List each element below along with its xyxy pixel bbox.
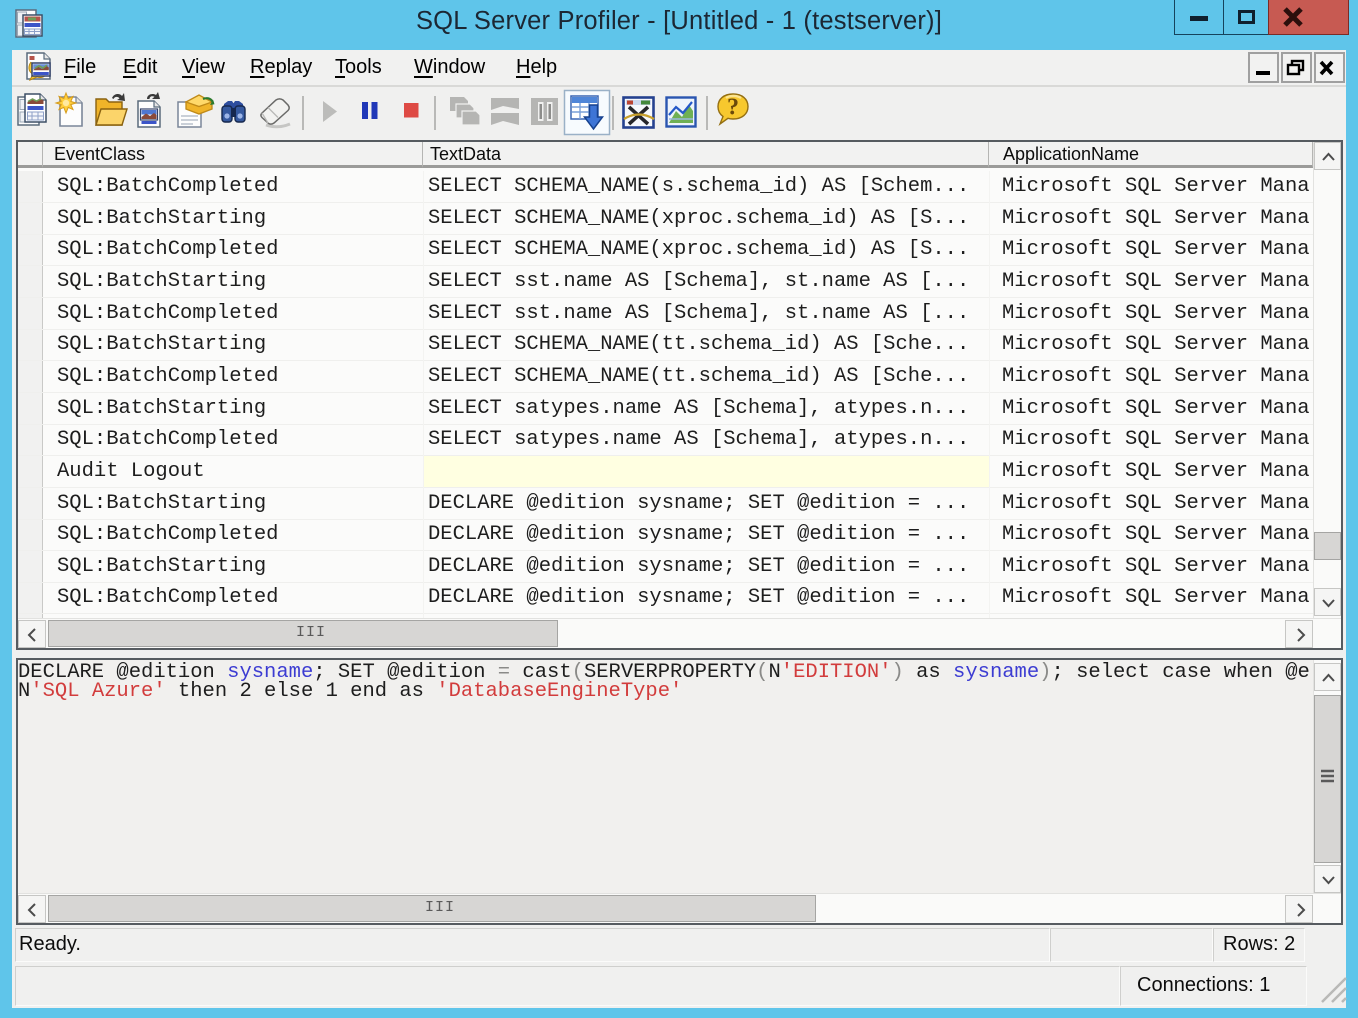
svg-text:?: ? — [727, 95, 739, 121]
